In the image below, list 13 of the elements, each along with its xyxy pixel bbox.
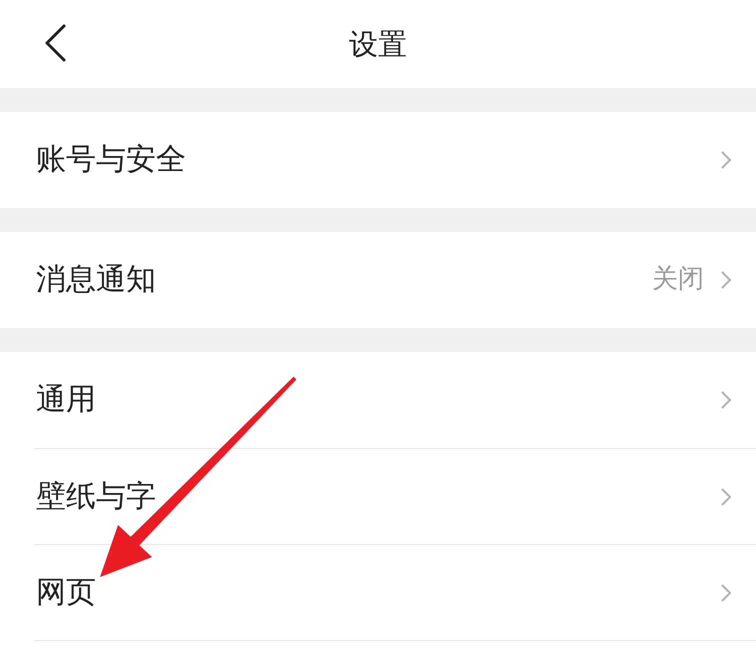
chevron-right-icon (720, 150, 732, 170)
chevron-left-icon[interactable] (44, 24, 66, 62)
row-label: 消息通知 (36, 262, 156, 298)
chevron-right-icon (720, 582, 732, 602)
row-label: 通用 (36, 382, 96, 418)
chevron-right-icon (720, 486, 732, 506)
chevron-right-icon (720, 270, 732, 290)
page-title: 设置 (349, 26, 407, 62)
row-label: 账号与安全 (36, 142, 186, 178)
row-label: 网页 (36, 574, 96, 610)
row-label: 壁纸与字 (36, 478, 156, 514)
chevron-right-icon (720, 390, 732, 410)
row-value: 关闭 (652, 264, 704, 296)
